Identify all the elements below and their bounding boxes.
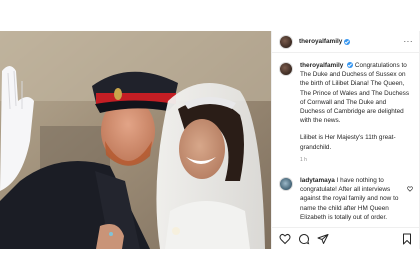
heart-icon[interactable] xyxy=(279,233,291,245)
instagram-post: theroyalfamily ··· theroyalfamily Congra… xyxy=(0,31,420,249)
wedding-photo-image xyxy=(0,31,271,249)
comments-list: theroyalfamily Congratulations to The Du… xyxy=(272,53,419,222)
caption-body: theroyalfamily Congratulations to The Du… xyxy=(300,61,412,165)
author-username[interactable]: theroyalfamily xyxy=(299,38,342,45)
comment-username[interactable]: ladytamaya xyxy=(300,177,335,184)
more-icon[interactable]: ··· xyxy=(404,37,414,46)
post-actions xyxy=(272,227,419,249)
caption-username[interactable]: theroyalfamily xyxy=(300,62,343,69)
author-avatar[interactable] xyxy=(279,34,293,49)
verified-badge-icon xyxy=(344,38,351,45)
caption-text-2: Lilibet is Her Majesty's 11th great-gran… xyxy=(300,134,396,151)
caption-text: Congratulations to The Duke and Duchess … xyxy=(300,62,410,125)
verified-badge-icon xyxy=(347,62,354,69)
caption-avatar[interactable] xyxy=(279,62,293,76)
post-side-panel: theroyalfamily ··· theroyalfamily Congra… xyxy=(271,31,420,249)
post-photo[interactable] xyxy=(0,31,271,249)
bookmark-icon[interactable] xyxy=(401,233,413,245)
post-header: theroyalfamily ··· xyxy=(272,31,419,53)
share-icon[interactable] xyxy=(317,233,329,245)
comment-body: ladytamaya I have nothing to congratulat… xyxy=(300,176,412,222)
comment-icon[interactable] xyxy=(298,233,310,245)
comment-item: ladytamaya I have nothing to congratulat… xyxy=(279,176,413,222)
caption-timestamp: 1 h xyxy=(300,156,307,163)
comment-like-heart-icon[interactable] xyxy=(407,179,413,197)
caption-item: theroyalfamily Congratulations to The Du… xyxy=(279,61,412,165)
commenter-avatar[interactable] xyxy=(279,177,293,192)
